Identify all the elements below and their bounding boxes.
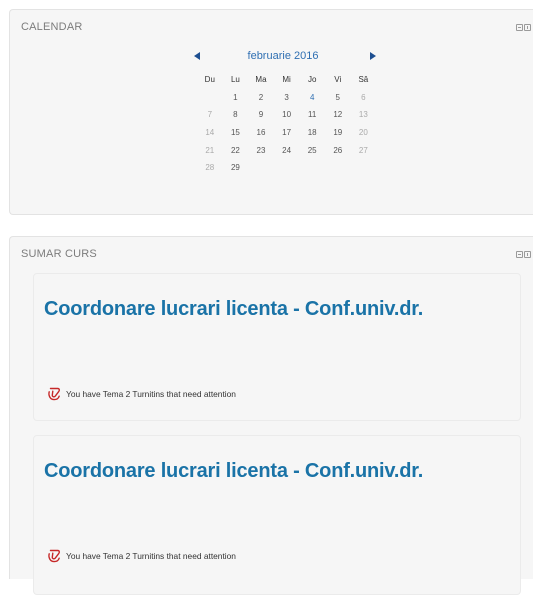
notice-prefix: You have	[66, 389, 103, 399]
day-cell-event[interactable]: 4	[299, 89, 325, 107]
calendar-week: 21 22 23 24 25 26 27	[197, 141, 376, 159]
day-cell: 8	[233, 110, 238, 120]
weekday-label: Sâ	[358, 75, 369, 85]
course-notice-text: You have Tema 2 Turnitins that need atte…	[66, 389, 236, 399]
day-cell: 10	[282, 110, 292, 120]
dock-block-icon[interactable]	[524, 24, 531, 31]
weekday-label: Ma	[255, 75, 267, 85]
day-cell: 14	[205, 128, 215, 138]
day-cell: 27	[358, 145, 368, 155]
day-cell: 29	[230, 163, 240, 173]
day-cell: 9	[258, 110, 264, 120]
summary-controls	[516, 251, 531, 258]
next-month-icon[interactable]	[370, 52, 376, 60]
calendar-grid: Du Lu Ma Mi Jo Vi Sâ 1 2 3 4 5 6 7 8 9 1…	[197, 71, 376, 177]
notice-prefix: You have	[66, 551, 103, 561]
day-cell: 3	[284, 92, 289, 102]
day-cell: 26	[333, 145, 343, 155]
course-title-link[interactable]: Coordonare lucrari licenta - Conf.univ.d…	[44, 298, 423, 321]
course-summary-title: SUMAR CURS	[21, 248, 97, 260]
day-cell	[351, 159, 377, 177]
day-cell	[299, 159, 325, 177]
calendar-controls	[516, 24, 531, 31]
course-summary-block: SUMAR CURS Coordonare lucrari licenta - …	[9, 236, 533, 595]
day-cell: 11	[308, 110, 317, 120]
day-cell: 24	[282, 145, 292, 155]
calendar-header: februarie 2016	[178, 50, 378, 64]
day-cell: 23	[256, 145, 266, 155]
calendar-week: 28 29	[197, 159, 376, 177]
course-notice: You have Tema 2 Turnitins that need atte…	[46, 386, 236, 402]
weekday-label: Jo	[307, 75, 317, 85]
course-notice: You have Tema 2 Turnitins that need atte…	[46, 548, 236, 564]
day-cell	[197, 89, 223, 107]
day-cell: 16	[256, 128, 266, 138]
weekday-label: Mi	[282, 75, 291, 85]
notice-suffix: that need attention	[164, 389, 236, 399]
day-cell	[248, 159, 274, 177]
course-card: Coordonare lucrari licenta - Conf.univ.d…	[33, 273, 521, 421]
weekday-label: Lu	[230, 75, 240, 85]
day-cell: 15	[230, 128, 240, 138]
day-cell: 5	[335, 92, 340, 102]
day-cell: 25	[307, 145, 317, 155]
day-cell: 22	[230, 145, 240, 155]
day-cell: 12	[333, 110, 343, 120]
calendar-week: 7 8 9 10 11 12 13	[197, 106, 376, 124]
day-cell: 7	[207, 110, 213, 120]
day-cell: 2	[258, 92, 264, 102]
day-cell	[325, 159, 351, 177]
day-cell	[274, 159, 300, 177]
weekday-row: Du Lu Ma Mi Jo Vi Sâ	[197, 71, 376, 89]
day-cell: 6	[361, 92, 366, 102]
day-cell: 20	[358, 128, 368, 138]
turnitin-assignment-link[interactable]: Tema 2 Turnitins	[103, 389, 164, 399]
day-cell: 19	[333, 128, 343, 138]
calendar-week: 14 15 16 17 18 19 20	[197, 124, 376, 142]
notice-suffix: that need attention	[164, 551, 236, 561]
calendar-block: CALENDAR februarie 2016 Du Lu Ma Mi Jo V…	[9, 9, 533, 215]
turnitin-assignment-link[interactable]: Tema 2 Turnitins	[103, 551, 164, 561]
hide-block-icon[interactable]	[516, 251, 523, 258]
turnitin-icon	[48, 387, 61, 401]
course-card: Coordonare lucrari licenta - Conf.univ.d…	[33, 435, 521, 595]
day-cell: 13	[358, 110, 368, 120]
weekday-label: Du	[204, 75, 215, 85]
calendar-title: CALENDAR	[21, 21, 83, 33]
day-cell: 28	[205, 163, 215, 173]
day-cell: 18	[307, 128, 317, 138]
day-cell: 17	[282, 128, 292, 138]
hide-block-icon[interactable]	[516, 24, 523, 31]
course-notice-text: You have Tema 2 Turnitins that need atte…	[66, 551, 236, 561]
prev-month-icon[interactable]	[194, 52, 200, 60]
month-label[interactable]: februarie 2016	[228, 50, 338, 62]
day-cell: 21	[205, 145, 215, 155]
weekday-label: Vi	[334, 75, 342, 85]
calendar-week: 1 2 3 4 5 6	[197, 89, 376, 107]
course-title-link[interactable]: Coordonare lucrari licenta - Conf.univ.d…	[44, 460, 423, 483]
turnitin-icon	[48, 549, 61, 563]
day-cell: 1	[233, 92, 238, 102]
dock-block-icon[interactable]	[524, 251, 531, 258]
